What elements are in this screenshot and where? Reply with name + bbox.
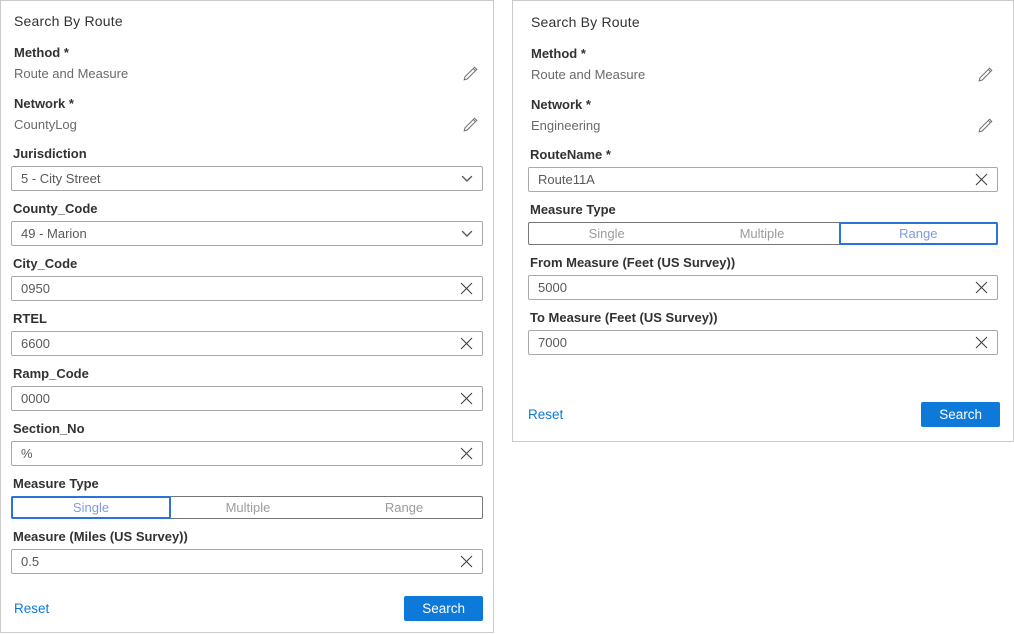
segment-multiple[interactable]: Multiple: [170, 497, 326, 518]
segment-range[interactable]: Range: [326, 497, 482, 518]
to-measure-field: To Measure (Feet (US Survey)): [528, 310, 998, 355]
panel-footer: Reset Search: [1, 596, 493, 621]
edit-pencil-icon[interactable]: [977, 66, 994, 83]
ramp-code-input[interactable]: [21, 387, 454, 410]
ramp-code-input-wrap: [11, 386, 483, 411]
search-button[interactable]: Search: [404, 596, 483, 621]
rtel-field: RTEL: [11, 311, 483, 356]
panel-title: Search By Route: [11, 13, 483, 29]
section-no-input-wrap: [11, 441, 483, 466]
segment-multiple[interactable]: Multiple: [684, 223, 839, 244]
edit-pencil-icon[interactable]: [977, 117, 994, 134]
network-value: Engineering: [531, 118, 600, 133]
panel-title: Search By Route: [528, 14, 998, 30]
city-code-input[interactable]: [21, 277, 454, 300]
route-name-label: RouteName *: [528, 147, 998, 162]
segment-single[interactable]: Single: [529, 223, 684, 244]
search-button[interactable]: Search: [921, 402, 1000, 427]
measure-type-field: Measure Type Single Multiple Range: [11, 476, 483, 519]
measure-type-label: Measure Type: [528, 202, 998, 217]
edit-pencil-icon[interactable]: [462, 116, 479, 133]
panel-footer: Reset Search: [513, 402, 1013, 427]
county-code-label: County_Code: [11, 201, 483, 216]
segment-single[interactable]: Single: [11, 496, 171, 519]
network-field: Network * Engineering: [528, 97, 998, 134]
chevron-down-icon: [461, 230, 473, 238]
measure-type-field: Measure Type Single Multiple Range: [528, 202, 998, 245]
to-measure-input[interactable]: [538, 331, 969, 354]
clear-icon[interactable]: [460, 337, 473, 350]
measure-input[interactable]: [21, 550, 454, 573]
reset-link[interactable]: Reset: [528, 407, 563, 422]
jurisdiction-label: Jurisdiction: [11, 146, 483, 161]
to-measure-input-wrap: [528, 330, 998, 355]
ramp-code-label: Ramp_Code: [11, 366, 483, 381]
network-value: CountyLog: [14, 117, 77, 132]
measure-field: Measure (Miles (US Survey)): [11, 529, 483, 574]
measure-type-segmented: Single Multiple Range: [528, 222, 998, 245]
search-by-route-panel-left: Search By Route Method * Route and Measu…: [0, 0, 494, 633]
edit-pencil-icon[interactable]: [462, 65, 479, 82]
jurisdiction-selected-value: 5 - City Street: [21, 171, 100, 186]
method-value: Route and Measure: [14, 66, 128, 81]
network-field: Network * CountyLog: [11, 96, 483, 133]
city-code-label: City_Code: [11, 256, 483, 271]
from-measure-input[interactable]: [538, 276, 969, 299]
section-no-field: Section_No: [11, 421, 483, 466]
clear-icon[interactable]: [460, 447, 473, 460]
measure-type-segmented: Single Multiple Range: [11, 496, 483, 519]
clear-icon[interactable]: [975, 173, 988, 186]
method-field: Method * Route and Measure: [528, 46, 998, 83]
clear-icon[interactable]: [460, 555, 473, 568]
city-code-input-wrap: [11, 276, 483, 301]
county-code-selected-value: 49 - Marion: [21, 226, 87, 241]
county-code-field: County_Code 49 - Marion: [11, 201, 483, 246]
clear-icon[interactable]: [460, 392, 473, 405]
method-value: Route and Measure: [531, 67, 645, 82]
route-name-input[interactable]: [538, 168, 969, 191]
route-name-input-wrap: [528, 167, 998, 192]
network-label: Network *: [14, 96, 483, 111]
chevron-down-icon: [461, 175, 473, 183]
clear-icon[interactable]: [975, 281, 988, 294]
method-label: Method *: [531, 46, 998, 61]
jurisdiction-select[interactable]: 5 - City Street: [11, 166, 483, 191]
ramp-code-field: Ramp_Code: [11, 366, 483, 411]
clear-icon[interactable]: [975, 336, 988, 349]
search-by-route-panel-right: Search By Route Method * Route and Measu…: [512, 0, 1014, 442]
method-field: Method * Route and Measure: [11, 45, 483, 82]
method-label: Method *: [14, 45, 483, 60]
section-no-label: Section_No: [11, 421, 483, 436]
rtel-input-wrap: [11, 331, 483, 356]
from-measure-input-wrap: [528, 275, 998, 300]
measure-input-wrap: [11, 549, 483, 574]
rtel-label: RTEL: [11, 311, 483, 326]
route-name-field: RouteName *: [528, 147, 998, 192]
to-measure-label: To Measure (Feet (US Survey)): [528, 310, 998, 325]
measure-label: Measure (Miles (US Survey)): [11, 529, 483, 544]
city-code-field: City_Code: [11, 256, 483, 301]
network-label: Network *: [531, 97, 998, 112]
rtel-input[interactable]: [21, 332, 454, 355]
jurisdiction-field: Jurisdiction 5 - City Street: [11, 146, 483, 191]
clear-icon[interactable]: [460, 282, 473, 295]
reset-link[interactable]: Reset: [14, 601, 49, 616]
from-measure-label: From Measure (Feet (US Survey)): [528, 255, 998, 270]
from-measure-field: From Measure (Feet (US Survey)): [528, 255, 998, 300]
county-code-select[interactable]: 49 - Marion: [11, 221, 483, 246]
section-no-input[interactable]: [21, 442, 454, 465]
segment-range[interactable]: Range: [839, 222, 998, 245]
measure-type-label: Measure Type: [11, 476, 483, 491]
